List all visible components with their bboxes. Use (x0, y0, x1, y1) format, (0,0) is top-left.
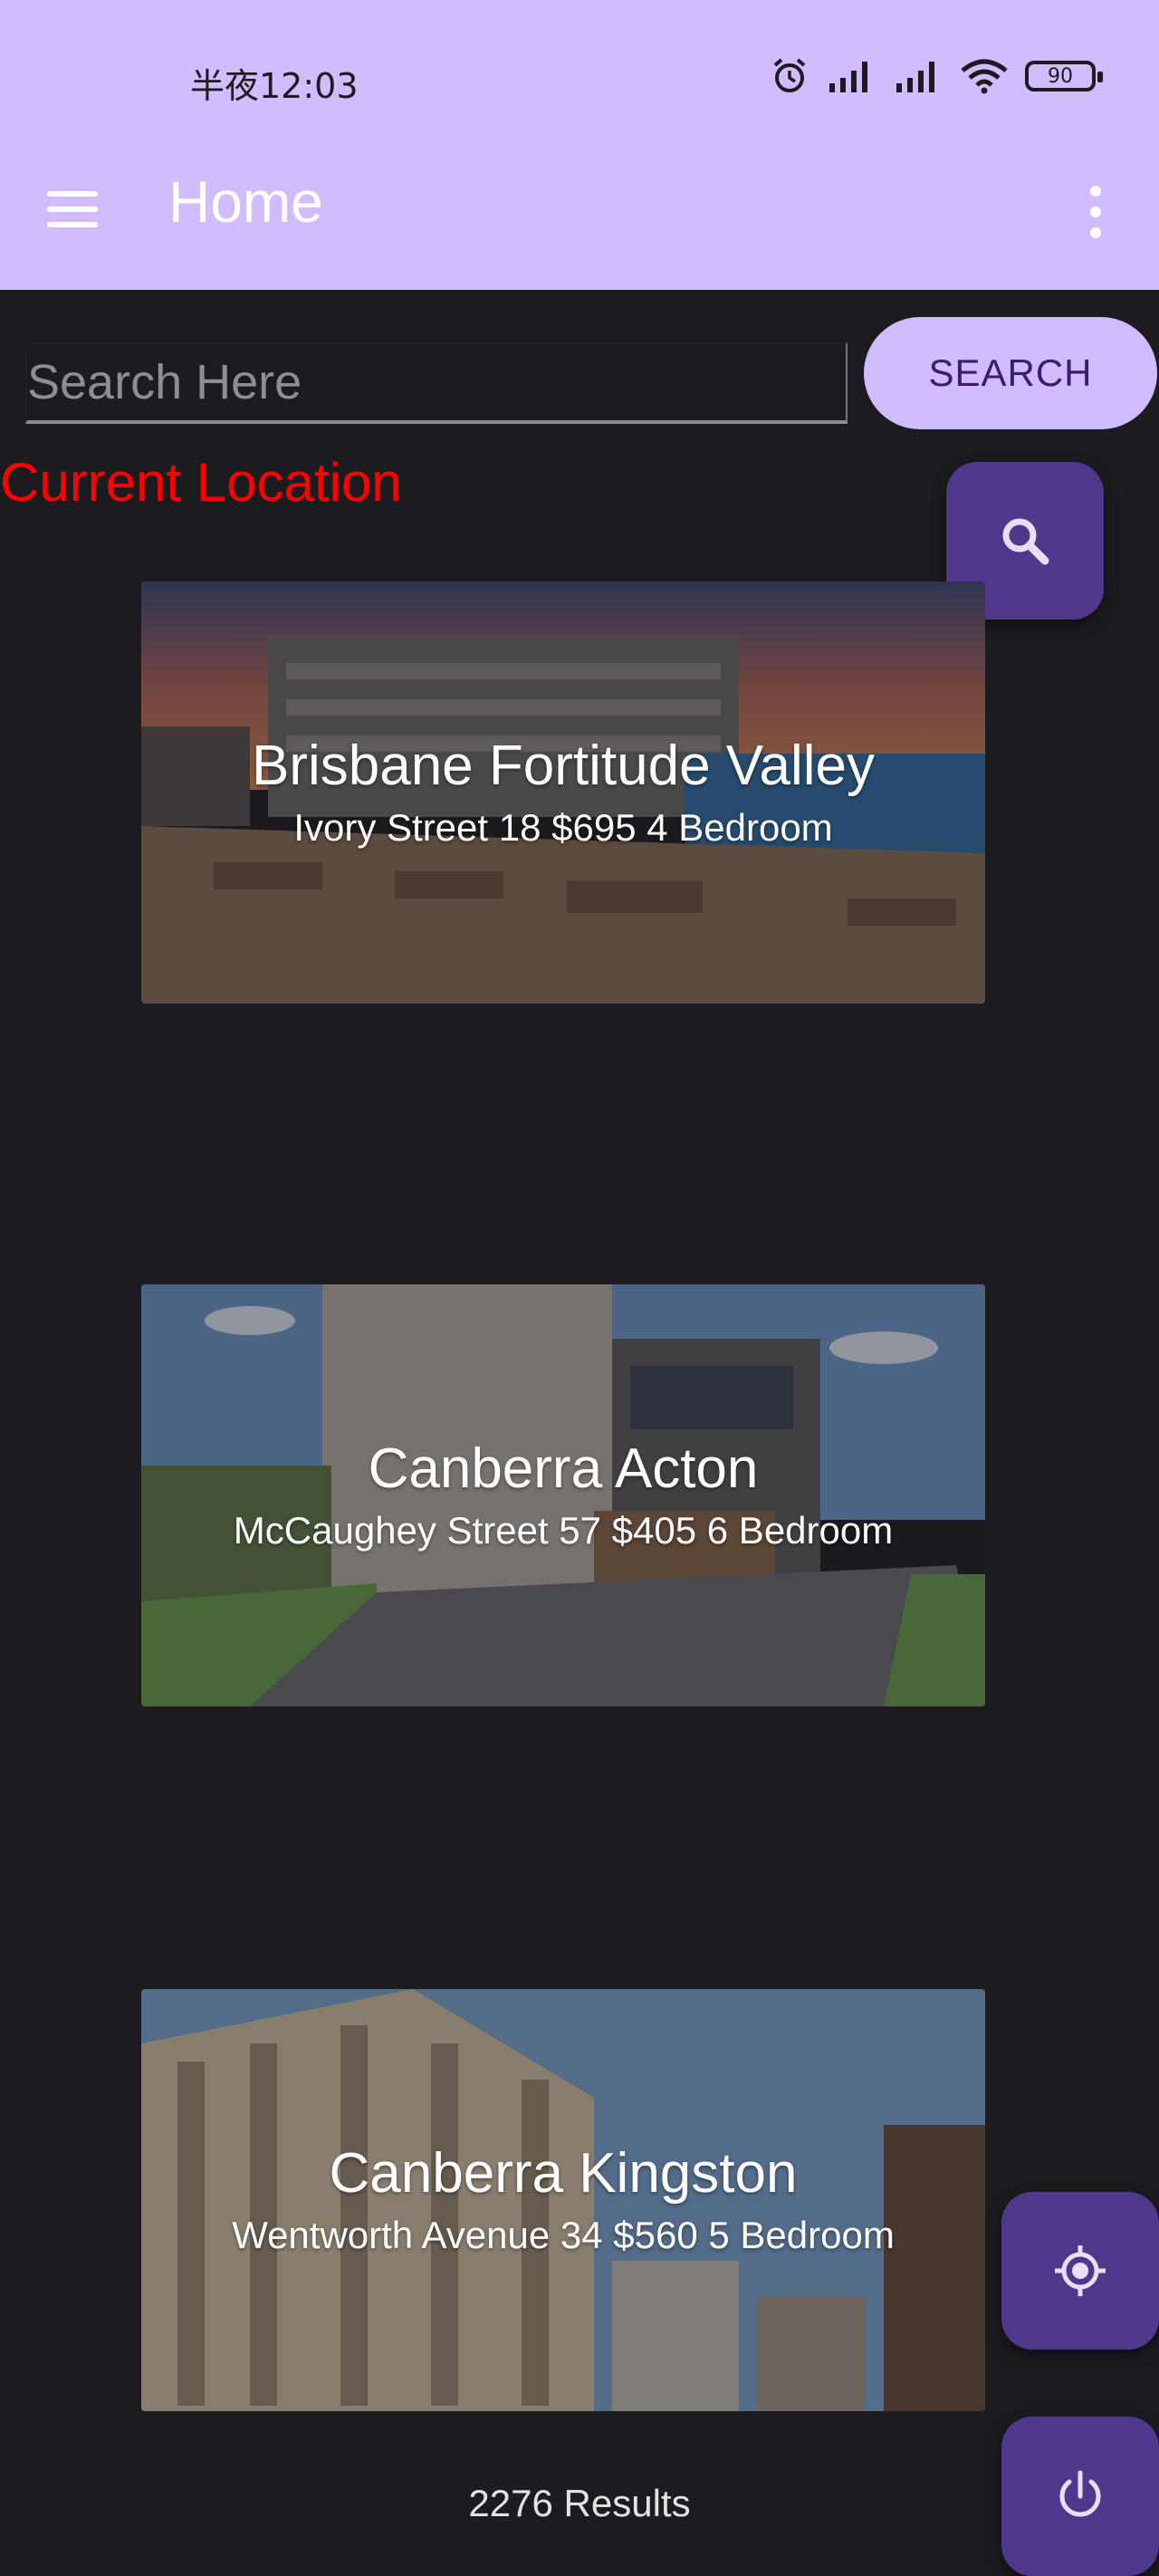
signal-icon (896, 62, 934, 92)
alarm-icon (773, 58, 806, 92)
status-time: 半夜12:03 (190, 66, 359, 106)
power-fab[interactable] (1001, 2417, 1159, 2576)
listing-title: Canberra Kingston (329, 2142, 798, 2205)
my-location-fab[interactable] (1001, 2192, 1159, 2350)
listing-subtitle: McCaughey Street 57 $405 6 Bedroom (233, 1509, 894, 1552)
app-bar: Home (0, 163, 1159, 290)
my-location-icon (1055, 2245, 1106, 2296)
search-icon (1002, 518, 1049, 565)
battery-icon: 90 (1025, 61, 1103, 91)
power-icon (1059, 2470, 1101, 2517)
listing-subtitle: Wentworth Avenue 34 $560 5 Bedroom (232, 2214, 895, 2256)
hamburger-menu-icon[interactable] (47, 178, 110, 241)
more-vert-icon[interactable] (1068, 176, 1123, 248)
results-count: 2276 Results (468, 2482, 691, 2524)
page-title: Home (168, 169, 323, 235)
battery-level: 90 (1048, 64, 1073, 88)
listing-card[interactable]: Brisbane Fortitude Valley Ivory Street 1… (141, 582, 985, 1004)
listing-card[interactable]: Canberra Acton McCaughey Street 57 $405 … (141, 1284, 985, 1706)
current-location-label: Current Location (0, 452, 402, 513)
wifi-icon (961, 59, 1008, 94)
search-input[interactable] (25, 342, 848, 424)
status-icons: 90 (770, 56, 1103, 96)
status-bar: 半夜12:03 90 (0, 0, 1159, 163)
listing-title: Brisbane Fortitude Valley (251, 735, 876, 797)
search-button[interactable]: SEARCH (864, 317, 1157, 429)
listing-subtitle: Ivory Street 18 $695 4 Bedroom (293, 806, 833, 849)
listing-card[interactable]: Canberra Kingston Wentworth Avenue 34 $5… (141, 1989, 985, 2411)
signal-icon (829, 62, 867, 92)
listing-title: Canberra Acton (368, 1437, 759, 1500)
